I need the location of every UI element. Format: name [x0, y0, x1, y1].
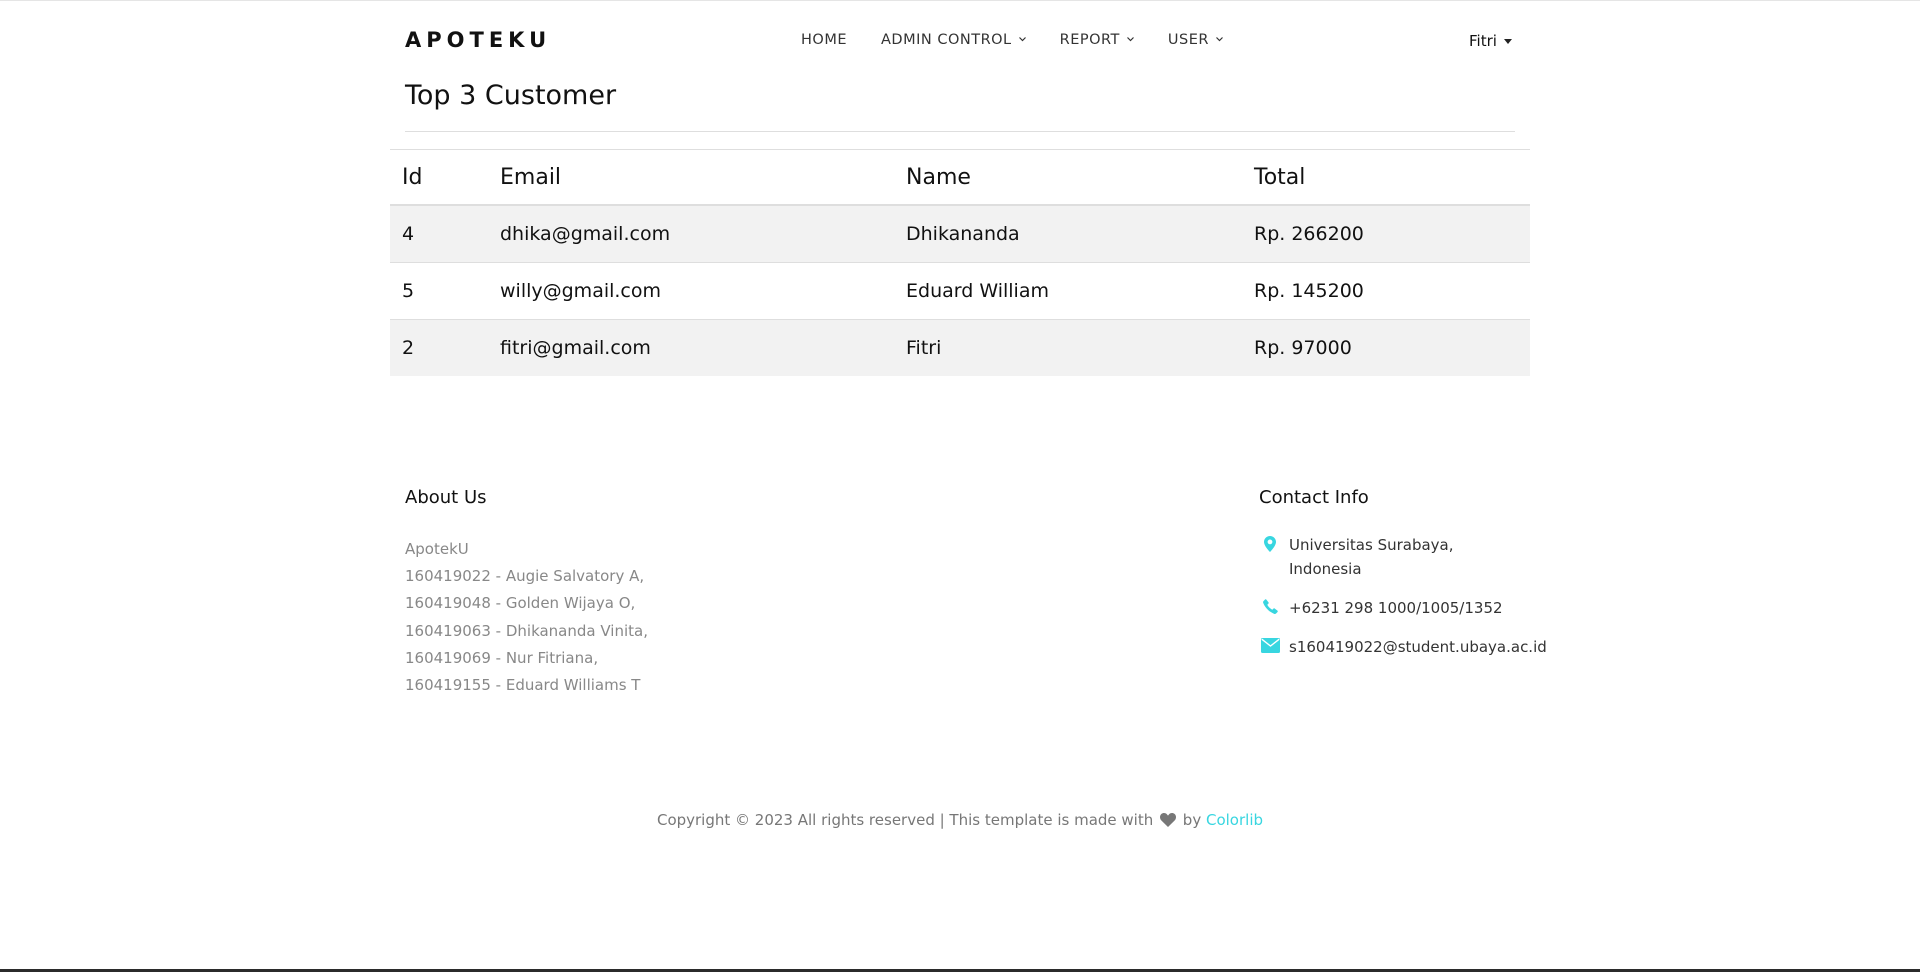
- site-header: APOTEKU HOME ADMIN CONTROL REPORT USER F…: [390, 16, 1530, 66]
- user-menu-dropdown[interactable]: Fitri: [1469, 32, 1512, 50]
- about-line: 160419022 - Augie Salvatory A,: [405, 567, 645, 586]
- caret-down-icon: [1503, 38, 1512, 44]
- contact-phone-text: +6231 298 1000/1005/1352: [1289, 599, 1503, 617]
- nav-report[interactable]: REPORT: [1060, 32, 1134, 48]
- table-row: 5 willy@gmail.com Eduard William Rp. 145…: [390, 262, 1530, 320]
- nav-admin-control-label: ADMIN CONTROL: [881, 32, 1012, 48]
- phone-icon: [1259, 596, 1281, 620]
- nav-home[interactable]: HOME: [801, 32, 847, 48]
- about-line: 160419069 - Nur Fitriana,: [405, 648, 599, 667]
- cell-email: fitri@gmail.com: [488, 319, 894, 376]
- envelope-icon: [1259, 635, 1281, 659]
- contact-address: Universitas Surabaya, Indonesia: [1259, 533, 1454, 581]
- cell-total: Rp. 266200: [1242, 204, 1530, 263]
- heart-icon: [1160, 813, 1177, 831]
- about-line: 160419048 - Golden Wijaya O,: [405, 594, 636, 613]
- user-menu-label: Fitri: [1469, 32, 1497, 50]
- contact-info-heading: Contact Info: [1259, 487, 1369, 508]
- cell-total: Rp. 97000: [1242, 319, 1530, 376]
- colorlib-link[interactable]: Colorlib: [1206, 811, 1263, 829]
- nav-home-label: HOME: [801, 32, 847, 48]
- page-title: Top 3 Customer: [405, 80, 617, 111]
- cell-name: Fitri: [894, 319, 1242, 376]
- table-row: 2 fitri@gmail.com Fitri Rp. 97000: [390, 319, 1530, 376]
- chevron-down-icon: [1018, 35, 1026, 45]
- column-header-total: Total: [1242, 149, 1530, 206]
- chevron-down-icon: [1216, 35, 1223, 45]
- contact-phone: +6231 298 1000/1005/1352: [1259, 596, 1503, 620]
- contact-email: s160419022@student.ubaya.ac.id: [1259, 635, 1547, 659]
- column-header-email: Email: [488, 149, 894, 206]
- about-us-heading: About Us: [405, 487, 487, 508]
- cell-id: 4: [390, 204, 488, 263]
- contact-address-line: Indonesia: [1289, 560, 1362, 578]
- column-header-name: Name: [894, 149, 1242, 206]
- nav-user-label: USER: [1167, 32, 1209, 48]
- about-line: ApotekU: [405, 540, 469, 558]
- cell-name: Dhikananda: [894, 204, 1242, 263]
- cell-total: Rp. 145200: [1242, 262, 1530, 320]
- about-us-text: ApotekU 160419022 - Augie Salvatory A, 1…: [405, 536, 648, 699]
- chevron-down-icon: [1126, 35, 1134, 45]
- column-header-id: Id: [390, 149, 488, 206]
- cell-email: dhika@gmail.com: [488, 204, 894, 263]
- map-pin-icon: [1259, 533, 1281, 581]
- table-row: 4 dhika@gmail.com Dhikananda Rp. 266200: [390, 204, 1530, 263]
- title-divider: [405, 131, 1515, 132]
- nav-report-label: REPORT: [1059, 32, 1120, 48]
- nav-user[interactable]: USER: [1168, 32, 1223, 48]
- main-nav: HOME ADMIN CONTROL REPORT USER: [801, 32, 1257, 48]
- copyright-by: by: [1182, 811, 1202, 829]
- nav-admin-control[interactable]: ADMIN CONTROL: [881, 32, 1026, 48]
- cell-id: 5: [390, 262, 488, 320]
- brand-logo[interactable]: APOTEKU: [405, 28, 551, 52]
- about-line: 160419063 - Dhikananda Vinita,: [405, 621, 648, 640]
- contact-address-line: Universitas Surabaya,: [1289, 536, 1454, 554]
- copyright-text: Copyright © 2023 All rights reserved | T…: [656, 811, 1154, 829]
- cell-id: 2: [390, 319, 488, 376]
- contact-email-text[interactable]: s160419022@student.ubaya.ac.id: [1289, 635, 1547, 659]
- top-customer-table: Id Email Name Total 4 dhika@gmail.com Dh…: [390, 149, 1530, 376]
- table-header-row: Id Email Name Total: [390, 149, 1530, 206]
- copyright: Copyright © 2023 All rights reserved | T…: [0, 811, 1920, 831]
- cell-email: willy@gmail.com: [488, 262, 894, 320]
- cell-name: Eduard William: [894, 262, 1242, 320]
- top-border: [0, 0, 1920, 1]
- about-line: 160419155 - Eduard Williams T: [405, 676, 641, 695]
